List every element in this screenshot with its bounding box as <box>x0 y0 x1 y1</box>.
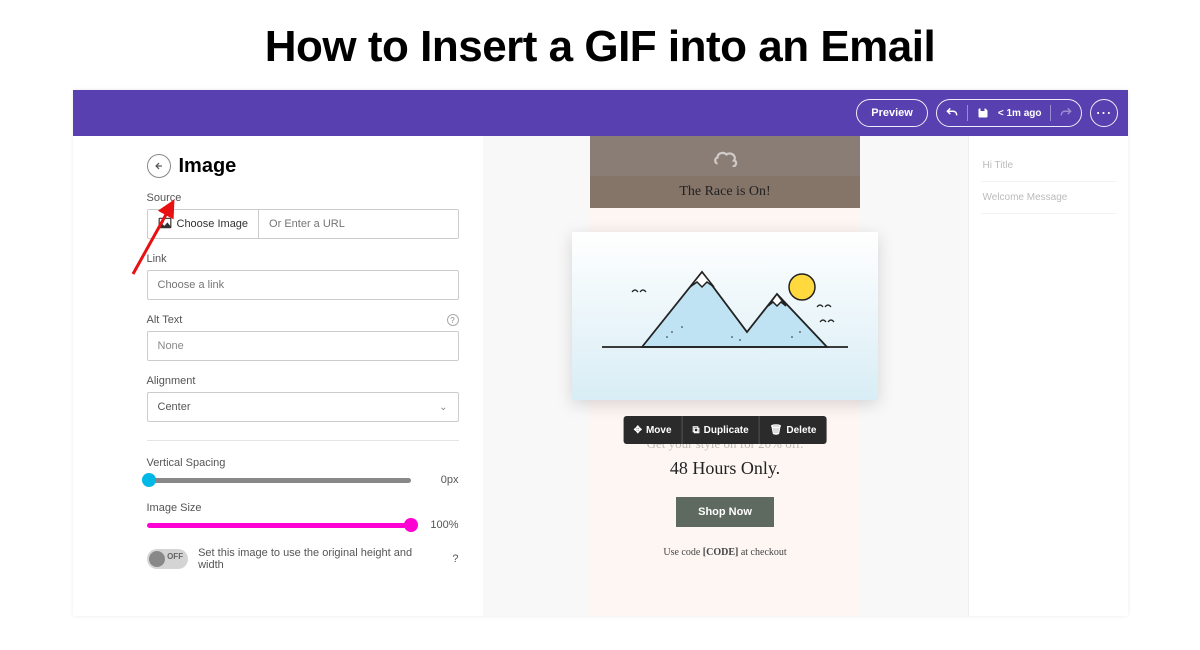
sidebar-item-welcome[interactable]: Welcome Message <box>981 182 1116 214</box>
ellipsis-icon: ⋯ <box>1097 106 1111 120</box>
email-header: The Race is On! <box>590 136 860 208</box>
alt-input[interactable] <box>147 331 459 361</box>
shop-now-button[interactable]: Shop Now <box>676 497 774 527</box>
vspacing-label: Vertical Spacing <box>147 457 459 469</box>
settings-panel: Image Source Choose Image Link Alt Text?… <box>73 136 483 616</box>
app-frame: Preview < 1m ago ⋯ Image Source Choose <box>73 90 1128 616</box>
email-subheader: The Race is On! <box>590 176 860 208</box>
trash-icon: 🗑 <box>770 425 783 436</box>
promo-block: Get your style on for 20% off. 48 Hours … <box>590 436 860 558</box>
promo-line2: 48 Hours Only. <box>590 458 860 479</box>
alt-label: Alt Text? <box>147 314 459 326</box>
preview-column: The Race is On! <box>483 136 968 616</box>
delete-button[interactable]: 🗑Delete <box>760 416 827 444</box>
toggle-description: Set this image to use the original heigh… <box>198 547 438 571</box>
choose-image-label: Choose Image <box>177 218 249 230</box>
block-toolbar: ✥Move ⧉Duplicate 🗑Delete <box>624 416 827 444</box>
slider-thumb[interactable] <box>404 518 418 532</box>
imgsize-slider[interactable]: 100% <box>147 519 459 531</box>
undo-icon[interactable] <box>945 106 959 120</box>
autosave-text: < 1m ago <box>998 108 1042 119</box>
slider-thumb[interactable] <box>142 473 156 487</box>
alignment-label: Alignment <box>147 375 459 387</box>
redo-icon[interactable] <box>1059 106 1073 120</box>
source-row: Choose Image <box>147 209 459 239</box>
source-label: Source <box>147 192 459 204</box>
move-icon: ✥ <box>634 425 642 436</box>
duplicate-icon: ⧉ <box>693 425 700 436</box>
original-size-toggle[interactable]: OFF <box>147 549 189 569</box>
more-pill[interactable]: ⋯ <box>1090 99 1118 127</box>
help-icon[interactable]: ? <box>447 314 459 326</box>
topbar: Preview < 1m ago ⋯ <box>73 90 1128 136</box>
code-line: Use code [CODE] at checkout <box>590 547 860 558</box>
alignment-value: Center <box>158 401 191 413</box>
back-button[interactable] <box>147 154 171 178</box>
duplicate-button[interactable]: ⧉Duplicate <box>683 416 760 444</box>
mountain-illustration <box>572 232 878 400</box>
vspacing-slider[interactable]: 0px <box>147 474 459 486</box>
panel-header: Image <box>147 154 459 178</box>
image-icon <box>158 217 172 232</box>
toggle-state: OFF <box>167 552 183 561</box>
preview-button[interactable]: Preview <box>856 99 928 127</box>
image-placeholder[interactable] <box>572 232 878 400</box>
right-sidebar: Hi Title Welcome Message <box>968 136 1128 616</box>
divider <box>147 440 459 441</box>
sidebar-item-title[interactable]: Hi Title <box>981 150 1116 182</box>
imgsize-label: Image Size <box>147 502 459 514</box>
original-size-row: OFF Set this image to use the original h… <box>147 547 459 571</box>
email-preview: The Race is On! <box>590 136 860 616</box>
panel-title: Image <box>179 155 237 178</box>
logo-icon <box>710 145 740 172</box>
choose-image-button[interactable]: Choose Image <box>148 210 260 238</box>
link-label: Link <box>147 253 459 265</box>
app-body: Image Source Choose Image Link Alt Text?… <box>73 136 1128 616</box>
save-icon <box>976 106 990 120</box>
url-input[interactable] <box>259 210 457 238</box>
link-input[interactable] <box>147 270 459 300</box>
move-button[interactable]: ✥Move <box>624 416 683 444</box>
page-title: How to Insert a GIF into an Email <box>0 22 1200 72</box>
history-pill: < 1m ago <box>936 99 1082 127</box>
imgsize-value: 100% <box>423 519 459 531</box>
alignment-select[interactable]: Center ⌄ <box>147 392 459 422</box>
chevron-down-icon: ⌄ <box>439 402 447 413</box>
vspacing-value: 0px <box>423 474 459 486</box>
help-icon[interactable]: ? <box>452 553 458 565</box>
